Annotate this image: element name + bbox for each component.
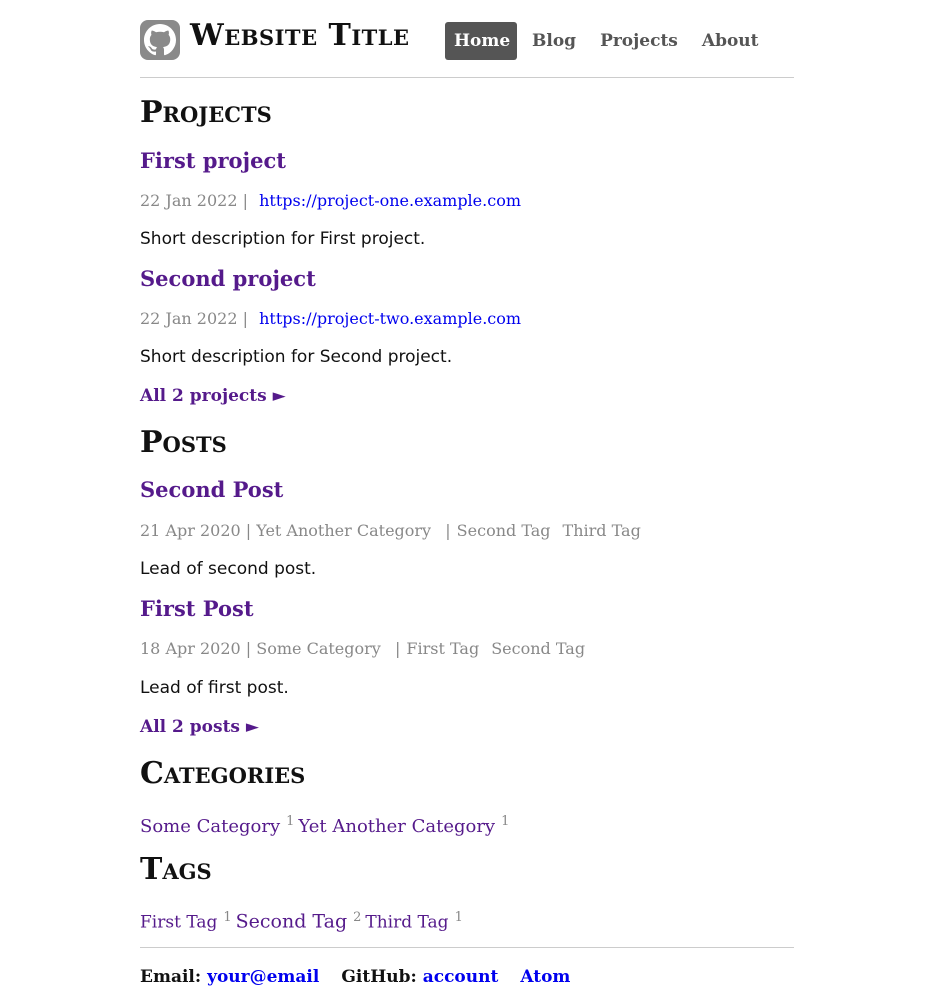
tag-count: 1 [223, 910, 232, 925]
posts-heading: Posts [140, 425, 227, 460]
github-logo[interactable] [140, 20, 180, 60]
categories-heading: Categories [140, 756, 306, 791]
post-date: 21 Apr 2020 [140, 521, 241, 540]
category-cloud: Some Category 1 Yet Another Category 1 [140, 810, 513, 839]
category-link[interactable]: Some Category [140, 816, 280, 837]
email-label: Email: [140, 967, 202, 987]
tag-link[interactable]: Second Tag [236, 910, 347, 932]
project-description: Short description for Second project. [140, 347, 453, 367]
all-posts-link[interactable]: All 2 posts ► [140, 716, 259, 738]
tag-count: 1 [454, 910, 463, 925]
post-meta: 18 Apr 2020 | Some Category | First Tag Se… [140, 639, 586, 658]
email-link[interactable]: your@email [207, 967, 319, 987]
site-header: Website Title Home Blog Projects About [140, 0, 794, 78]
main-nav: Home Blog Projects About [445, 22, 774, 60]
post-title-link[interactable]: Second Post [140, 477, 283, 502]
nav-projects[interactable]: Projects [591, 22, 687, 60]
category-count: 1 [501, 814, 510, 829]
github-account-link[interactable]: account [423, 967, 499, 987]
post-title: Second Post [140, 477, 283, 503]
tags-heading: Tags [140, 852, 212, 887]
category-link[interactable]: Yet Another Category [298, 816, 495, 837]
nav-home[interactable]: Home [445, 22, 517, 60]
post-meta: 21 Apr 2020 | Yet Another Category | Seco… [140, 521, 641, 540]
tag-cloud: First Tag 1 Second Tag 2 Third Tag 1 [140, 906, 467, 934]
nav-about[interactable]: About [693, 22, 768, 60]
post-category[interactable]: Some Category [256, 639, 381, 658]
footer-links: Email: your@email GitHub: account Atom [140, 966, 570, 988]
project-date: 22 Jan 2022 [140, 309, 238, 328]
project-meta: 22 Jan 2022 | https://project-two.exampl… [140, 309, 522, 328]
project-title: Second project [140, 266, 316, 292]
project-date: 22 Jan 2022 [140, 191, 238, 210]
tag-count: 2 [353, 910, 362, 925]
category-count: 1 [286, 814, 295, 829]
project-description: Short description for First project. [140, 229, 426, 249]
post-tag[interactable]: Third Tag [563, 521, 641, 540]
github-label: GitHub: [341, 967, 417, 987]
post-title-link[interactable]: First Post [140, 596, 254, 621]
github-icon [144, 24, 176, 56]
project-title-link[interactable]: Second project [140, 266, 316, 291]
tag-link[interactable]: First Tag [140, 912, 217, 932]
post-tag[interactable]: First Tag [406, 639, 479, 658]
meta-separator: | [389, 639, 401, 658]
nav-blog[interactable]: Blog [523, 22, 585, 60]
post-title: First Post [140, 596, 254, 622]
project-title-link[interactable]: First project [140, 148, 286, 173]
meta-separator: | [440, 521, 451, 540]
post-lead: Lead of first post. [140, 678, 289, 698]
project-meta: 22 Jan 2022 | https://project-one.exampl… [140, 191, 521, 210]
site-title[interactable]: Website Title [190, 18, 410, 54]
post-tag[interactable]: Second Tag [491, 639, 585, 658]
project-title: First project [140, 148, 286, 174]
site-footer: Email: your@email GitHub: account Atom [140, 947, 794, 987]
page-container: Website Title Home Blog Projects About P… [140, 0, 794, 987]
atom-feed-link[interactable]: Atom [520, 967, 570, 987]
project-url-link[interactable]: https://project-one.example.com [259, 191, 521, 210]
tag-link[interactable]: Third Tag [365, 912, 448, 932]
post-category[interactable]: Yet Another Category [256, 521, 431, 540]
projects-heading: Projects [140, 95, 272, 130]
project-url-link[interactable]: https://project-two.example.com [259, 309, 521, 328]
post-tag[interactable]: Second Tag [457, 521, 551, 540]
post-date: 18 Apr 2020 [140, 639, 241, 658]
post-lead: Lead of second post. [140, 559, 317, 579]
all-projects-link[interactable]: All 2 projects ► [140, 385, 286, 407]
